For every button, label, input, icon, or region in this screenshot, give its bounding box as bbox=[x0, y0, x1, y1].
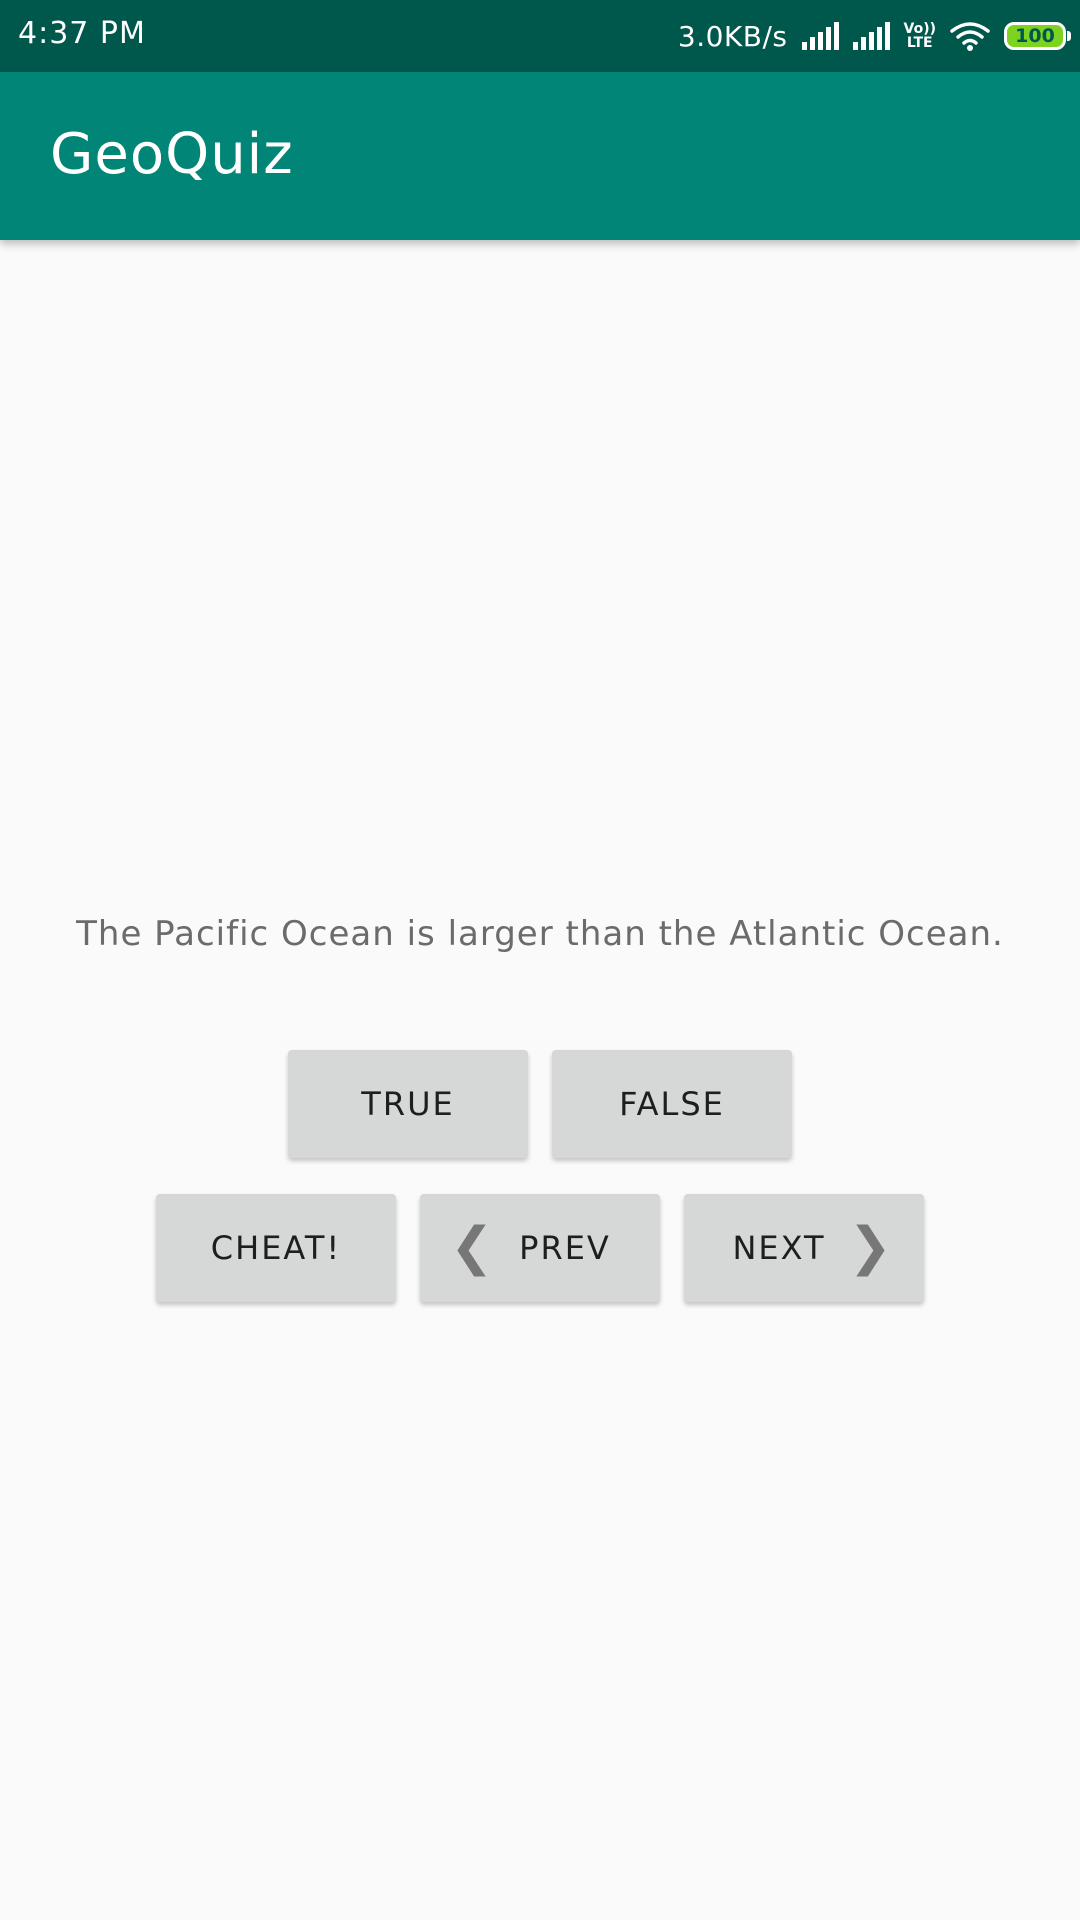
false-button-label: FALSE bbox=[619, 1085, 725, 1123]
wifi-icon bbox=[950, 22, 990, 51]
cheat-button[interactable]: CHEAT! bbox=[156, 1194, 396, 1302]
volte-icon: Vo)) LTE bbox=[904, 22, 936, 50]
app-bar: GeoQuiz bbox=[0, 72, 1080, 240]
signal-2-icon bbox=[852, 22, 890, 50]
volte-bottom-text: LTE bbox=[906, 35, 933, 51]
network-speed: 3.0KB/s bbox=[677, 19, 788, 53]
chevron-left-icon: ❮ bbox=[450, 1216, 496, 1277]
status-time: 4:37 PM bbox=[18, 16, 146, 51]
status-bar: 4:37 PM 3.0KB/s Vo)) LTE 100 bbox=[0, 0, 1080, 72]
next-button-label: NEXT bbox=[732, 1229, 826, 1267]
cheat-button-label: CHEAT! bbox=[210, 1229, 342, 1267]
true-button-label: TRUE bbox=[361, 1085, 455, 1123]
prev-button-label: PREV bbox=[519, 1229, 611, 1267]
app-title: GeoQuiz bbox=[50, 122, 294, 187]
battery-level: 100 bbox=[1015, 25, 1055, 47]
question-text: The Pacific Ocean is larger than the Atl… bbox=[76, 914, 1004, 954]
status-indicators: 3.0KB/s Vo)) LTE 100 bbox=[677, 14, 1071, 58]
false-button[interactable]: FALSE bbox=[552, 1050, 792, 1158]
prev-button[interactable]: ❮ PREV bbox=[420, 1194, 660, 1302]
chevron-right-icon: ❯ bbox=[848, 1216, 894, 1277]
true-button[interactable]: TRUE bbox=[288, 1050, 528, 1158]
signal-1-icon bbox=[801, 22, 839, 50]
battery-icon: 100 bbox=[1004, 22, 1071, 50]
volte-top-text: Vo)) bbox=[903, 21, 936, 37]
next-button[interactable]: NEXT ❯ bbox=[684, 1194, 924, 1302]
